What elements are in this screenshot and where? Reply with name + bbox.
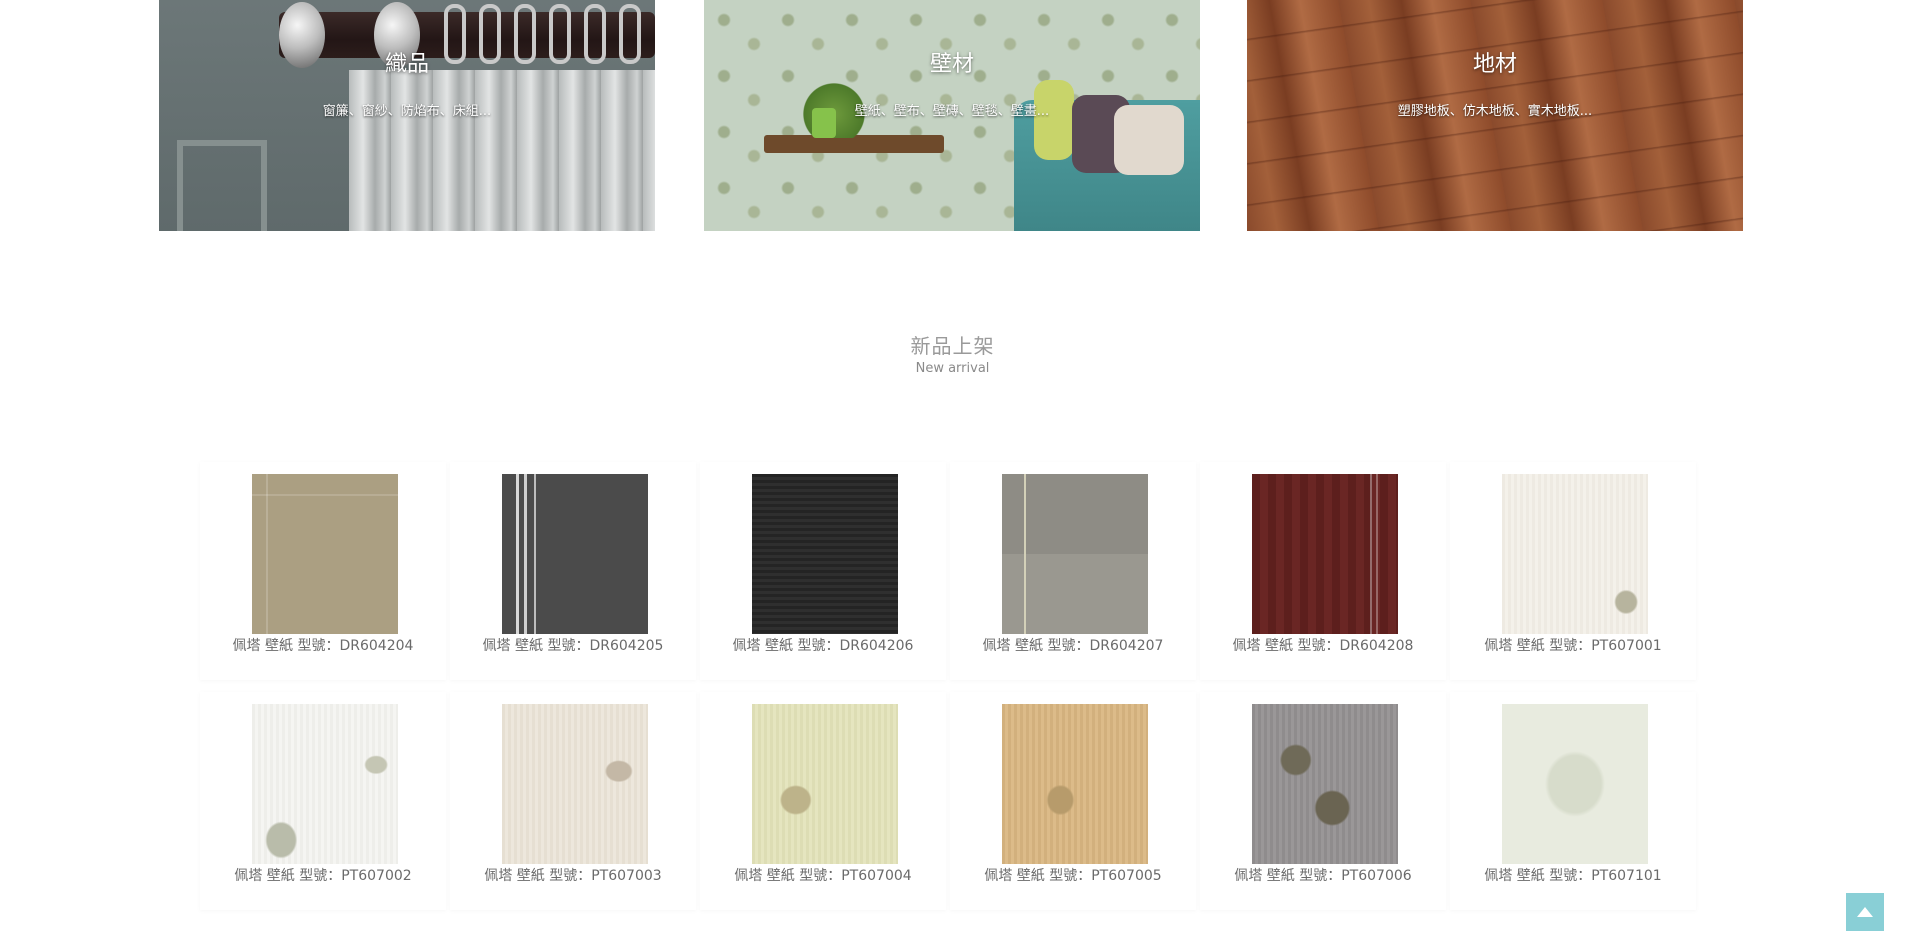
category-floor[interactable]: 地材 塑膠地板、仿木地板、實木地板... — [1247, 0, 1743, 231]
product-swatch[interactable] — [252, 704, 398, 864]
product-card[interactable]: 佩塔 壁紙 型號：PT607005 — [950, 692, 1196, 910]
product-swatch[interactable] — [1002, 474, 1148, 634]
product-label[interactable]: 佩塔 壁紙 型號：PT607006 — [1200, 865, 1446, 885]
section-subtitle: New arrival — [915, 361, 990, 376]
product-label[interactable]: 佩塔 壁紙 型號：DR604204 — [200, 635, 446, 655]
wall-panel-decoration — [177, 140, 267, 231]
back-to-top-button[interactable] — [1846, 893, 1884, 931]
category-title: 壁材 — [929, 52, 974, 77]
category-title: 地材 — [1472, 52, 1517, 77]
product-card[interactable]: 佩塔 壁紙 型號：PT607003 — [450, 692, 696, 910]
product-card[interactable]: 佩塔 壁紙 型號：PT607002 — [200, 692, 446, 910]
product-label[interactable]: 佩塔 壁紙 型號：DR604208 — [1200, 635, 1446, 655]
chevron-up-icon — [1857, 907, 1873, 917]
category-subtitle: 壁紙、壁布、壁磚、壁毯、壁畫... — [854, 104, 1050, 119]
product-label[interactable]: 佩塔 壁紙 型號：DR604206 — [700, 635, 946, 655]
product-card[interactable]: 佩塔 壁紙 型號：DR604205 — [450, 462, 696, 680]
product-label[interactable]: 佩塔 壁紙 型號：PT607005 — [950, 865, 1196, 885]
product-card[interactable]: 佩塔 壁紙 型號：PT607001 — [1450, 462, 1696, 680]
product-label[interactable]: 佩塔 壁紙 型號：PT607003 — [450, 865, 696, 885]
pillow — [1034, 80, 1074, 160]
curtain-drape — [349, 70, 655, 231]
product-card[interactable]: 佩塔 壁紙 型號：DR604204 — [200, 462, 446, 680]
product-swatch[interactable] — [752, 474, 898, 634]
category-wall[interactable]: 壁材 壁紙、壁布、壁磚、壁毯、壁畫... — [704, 0, 1200, 231]
new-arrival-heading: 新品上架 New arrival — [0, 330, 1905, 376]
category-title: 織品 — [384, 52, 429, 77]
product-swatch[interactable] — [752, 704, 898, 864]
product-label[interactable]: 佩塔 壁紙 型號：DR604205 — [450, 635, 696, 655]
product-label[interactable]: 佩塔 壁紙 型號：PT607002 — [200, 865, 446, 885]
product-swatch[interactable] — [1002, 704, 1148, 864]
product-swatch[interactable] — [252, 474, 398, 634]
product-card[interactable]: 佩塔 壁紙 型號：DR604206 — [700, 462, 946, 680]
product-label[interactable]: 佩塔 壁紙 型號：PT607101 — [1450, 865, 1696, 885]
product-swatch[interactable] — [1502, 704, 1648, 864]
product-label[interactable]: 佩塔 壁紙 型號：PT607004 — [700, 865, 946, 885]
category-subtitle: 窗簾、窗紗、防焰布、床組... — [322, 104, 492, 119]
product-label[interactable]: 佩塔 壁紙 型號：PT607001 — [1450, 635, 1696, 655]
category-subtitle: 塑膠地板、仿木地板、實木地板... — [1397, 104, 1593, 119]
product-card[interactable]: 佩塔 壁紙 型號：PT607101 — [1450, 692, 1696, 910]
product-swatch[interactable] — [502, 474, 648, 634]
product-card[interactable]: 佩塔 壁紙 型號：PT607004 — [700, 692, 946, 910]
category-banners: 織品 窗簾、窗紗、防焰布、床組... 壁材 壁紙、壁布、壁磚、壁毯、壁畫... … — [0, 0, 1905, 231]
product-swatch[interactable] — [502, 704, 648, 864]
category-textile[interactable]: 織品 窗簾、窗紗、防焰布、床組... — [159, 0, 655, 231]
product-label[interactable]: 佩塔 壁紙 型號：DR604207 — [950, 635, 1196, 655]
product-swatch[interactable] — [1252, 704, 1398, 864]
product-card[interactable]: 佩塔 壁紙 型號：PT607006 — [1200, 692, 1446, 910]
section-title: 新品上架 — [910, 334, 995, 358]
product-card[interactable]: 佩塔 壁紙 型號：DR604207 — [950, 462, 1196, 680]
product-card[interactable]: 佩塔 壁紙 型號：DR604208 — [1200, 462, 1446, 680]
product-swatch[interactable] — [1502, 474, 1648, 634]
product-swatch[interactable] — [1252, 474, 1398, 634]
